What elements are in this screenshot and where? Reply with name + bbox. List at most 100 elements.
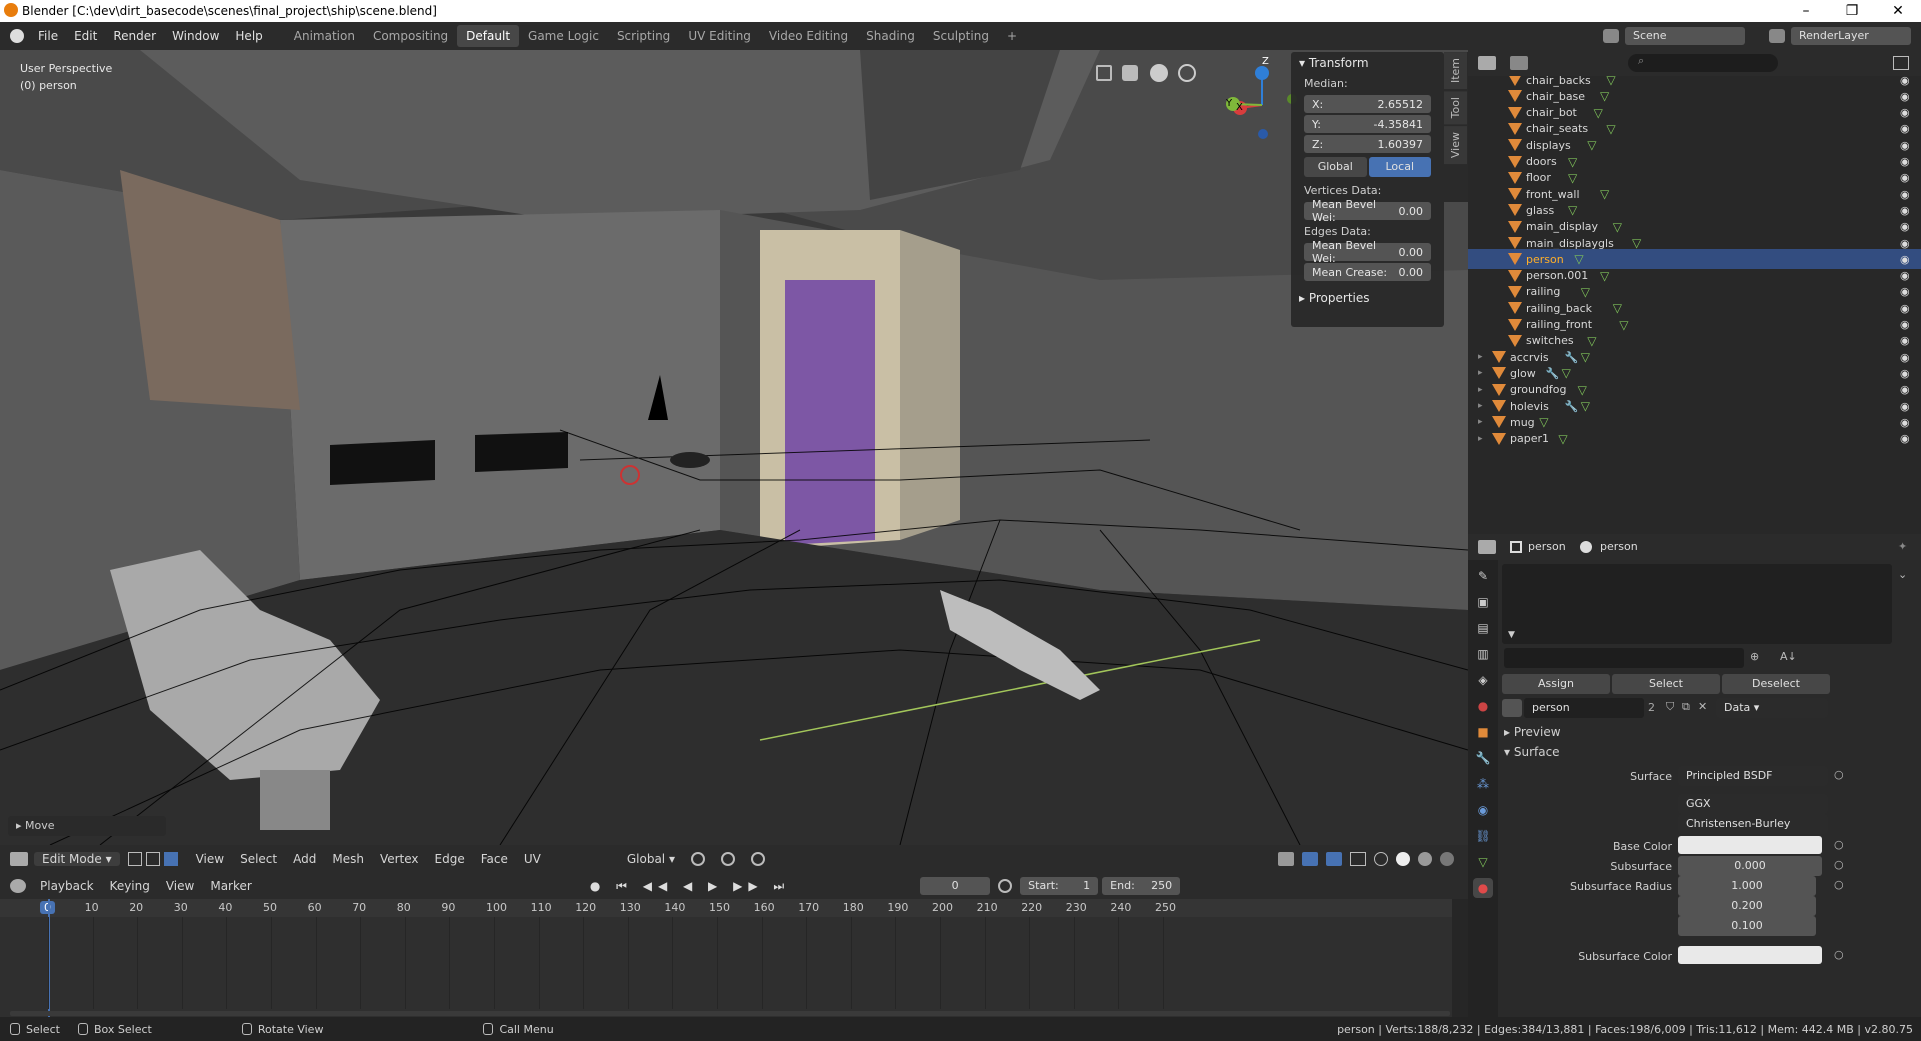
constraints-tab-icon[interactable]: ⛓ [1473,826,1493,846]
scene-field[interactable]: Scene [1625,27,1745,45]
mesh-data-icon[interactable]: ▽ [1632,236,1641,250]
visibility-eye-icon[interactable]: ◉ [1900,318,1910,331]
edge-select-icon[interactable] [145,852,160,866]
timeline-tick-label[interactable]: 210 [977,901,998,914]
timeline-tick-label[interactable]: 100 [486,901,507,914]
expand-arrow-icon[interactable]: ▸ [1478,368,1483,378]
outliner-item-name[interactable]: main_displaygls [1526,237,1614,250]
output-tab-icon[interactable]: ▤ [1473,618,1493,638]
timeline-tick-label[interactable]: 30 [174,901,188,914]
visibility-eye-icon[interactable]: ◉ [1900,334,1910,347]
menu-vertex[interactable]: Vertex [372,852,427,866]
median-y-field[interactable]: Y: -4.35841 [1304,115,1431,133]
subsurface-radius-z[interactable]: 0.100 [1678,916,1816,936]
tab-item[interactable]: Item [1444,52,1467,90]
object-tab-icon[interactable]: ■ [1473,722,1493,742]
assign-button[interactable]: Assign [1502,674,1610,694]
tab-compositing[interactable]: Compositing [364,25,457,47]
menu-file[interactable]: File [30,29,66,43]
outliner-item-name[interactable]: paper1 [1510,432,1549,445]
expand-arrow-icon[interactable]: ▸ [1478,385,1483,395]
menu-edge[interactable]: Edge [427,852,473,866]
scene-icon[interactable] [1603,29,1619,43]
render-layer-icon[interactable] [1769,29,1785,43]
fake-user-icon[interactable]: ⛉ [1666,700,1674,714]
mesh-data-icon[interactable]: ▽ [1568,203,1577,217]
timeline-tick-label[interactable]: 160 [754,901,775,914]
timeline-tick-label[interactable]: 180 [843,901,864,914]
menu-uv[interactable]: UV [516,852,549,866]
edge-bevel-weight-field[interactable]: Mean Bevel Wei: 0.00 [1304,239,1431,265]
current-frame-field[interactable]: 0 [920,877,991,895]
pivot-icon[interactable] [690,852,705,866]
outliner-item-name[interactable]: floor [1526,171,1551,184]
minimize-button[interactable]: – [1783,3,1829,19]
tab-animation[interactable]: Animation [285,25,364,47]
outliner-item-name[interactable]: glow [1510,367,1536,380]
gizmo-x-label[interactable]: X [1236,102,1243,113]
overlay-toggle-icon[interactable] [1326,852,1342,866]
visibility-eye-icon[interactable]: ◉ [1900,253,1910,266]
mesh-data-icon[interactable]: ▽ [1539,415,1548,429]
deselect-button[interactable]: Deselect [1722,674,1830,694]
mesh-data-icon[interactable]: ▽ [1606,122,1615,136]
timeline-tick-label[interactable]: 20 [129,901,143,914]
timeline-tick-label[interactable]: 130 [620,901,641,914]
outliner-item-name[interactable]: railing_back [1526,302,1592,315]
timeline-tick-label[interactable]: 140 [664,901,685,914]
visibility-eye-icon[interactable]: ◉ [1900,383,1910,396]
timeline-tick-label[interactable]: 200 [932,901,953,914]
outliner-item-name[interactable]: groundfog [1510,383,1567,396]
gizmo-toggle-icon[interactable] [1302,852,1318,866]
mesh-data-icon[interactable]: ▽ [1587,334,1596,348]
timeline-tick-label[interactable]: 220 [1021,901,1042,914]
median-z-field[interactable]: Z: 1.60397 [1304,135,1431,153]
outliner-item-name[interactable]: switches [1526,334,1574,347]
tab-tool[interactable]: Tool [1444,91,1467,125]
timeline-tick-label[interactable]: 80 [397,901,411,914]
blender-menu-icon[interactable] [10,29,24,43]
vertex-bevel-weight-field[interactable]: Mean Bevel Wei: 0.00 [1304,198,1431,224]
mesh-data-icon[interactable]: ▽ [1600,89,1609,103]
zoom-icon[interactable] [1178,64,1196,82]
expand-arrow-icon[interactable]: ▸ [1478,401,1483,411]
outliner-item-name[interactable]: main_display [1526,220,1598,233]
timeline-editor-icon[interactable] [10,879,26,893]
outliner-item-name[interactable]: doors [1526,155,1557,168]
outliner-editor-icon[interactable] [1478,56,1496,70]
properties-editor-icon[interactable] [1478,540,1496,554]
wireframe-shading-icon[interactable] [1374,852,1388,866]
base-color-swatch[interactable] [1678,836,1822,854]
user-count[interactable]: 2 [1648,701,1655,714]
visibility-eye-icon[interactable]: ◉ [1900,106,1910,119]
outliner-item-name[interactable]: chair_base [1526,90,1585,103]
unlink-material-icon[interactable]: ✕ [1698,700,1707,713]
mesh-data-icon[interactable]: ▽ [1574,252,1583,266]
outliner-item-name[interactable]: person [1526,253,1564,266]
mesh-data-icon[interactable]: ▽ [1613,220,1622,234]
select-button[interactable]: Select [1612,674,1720,694]
clock-icon[interactable] [998,879,1013,893]
pan-hand-icon[interactable] [1150,64,1168,82]
visibility-eye-icon[interactable]: ◉ [1900,171,1910,184]
material-name-field[interactable]: person [1524,698,1644,718]
timeline-tick-label[interactable]: 90 [441,901,455,914]
visibility-eye-icon[interactable]: ◉ [1900,90,1910,103]
mesh-data-icon[interactable]: ▽ [1613,301,1622,315]
subsurface-radius-x[interactable]: 1.000 [1678,876,1816,896]
visibility-eye-icon[interactable]: ◉ [1900,204,1910,217]
menu-window[interactable]: Window [164,29,227,43]
gizmo-z-label[interactable]: Z [1262,56,1269,67]
maximize-button[interactable]: ❐ [1829,3,1875,19]
link-dropdown[interactable]: Data ▾ [1716,698,1828,718]
physics-tab-icon[interactable]: ◉ [1473,800,1493,820]
menu-render[interactable]: Render [105,29,164,43]
properties-header[interactable]: ▸ Properties [1291,287,1444,309]
outliner-item-name[interactable]: chair_backs [1526,76,1591,87]
visibility-eye-icon[interactable]: ◉ [1900,188,1910,201]
tab-default[interactable]: Default [457,25,520,47]
tab-scripting[interactable]: Scripting [608,25,679,47]
pin-icon[interactable]: ✦ [1898,540,1907,553]
outliner-item-name[interactable]: mug [1510,416,1535,429]
visibility-eye-icon[interactable]: ◉ [1900,76,1910,87]
